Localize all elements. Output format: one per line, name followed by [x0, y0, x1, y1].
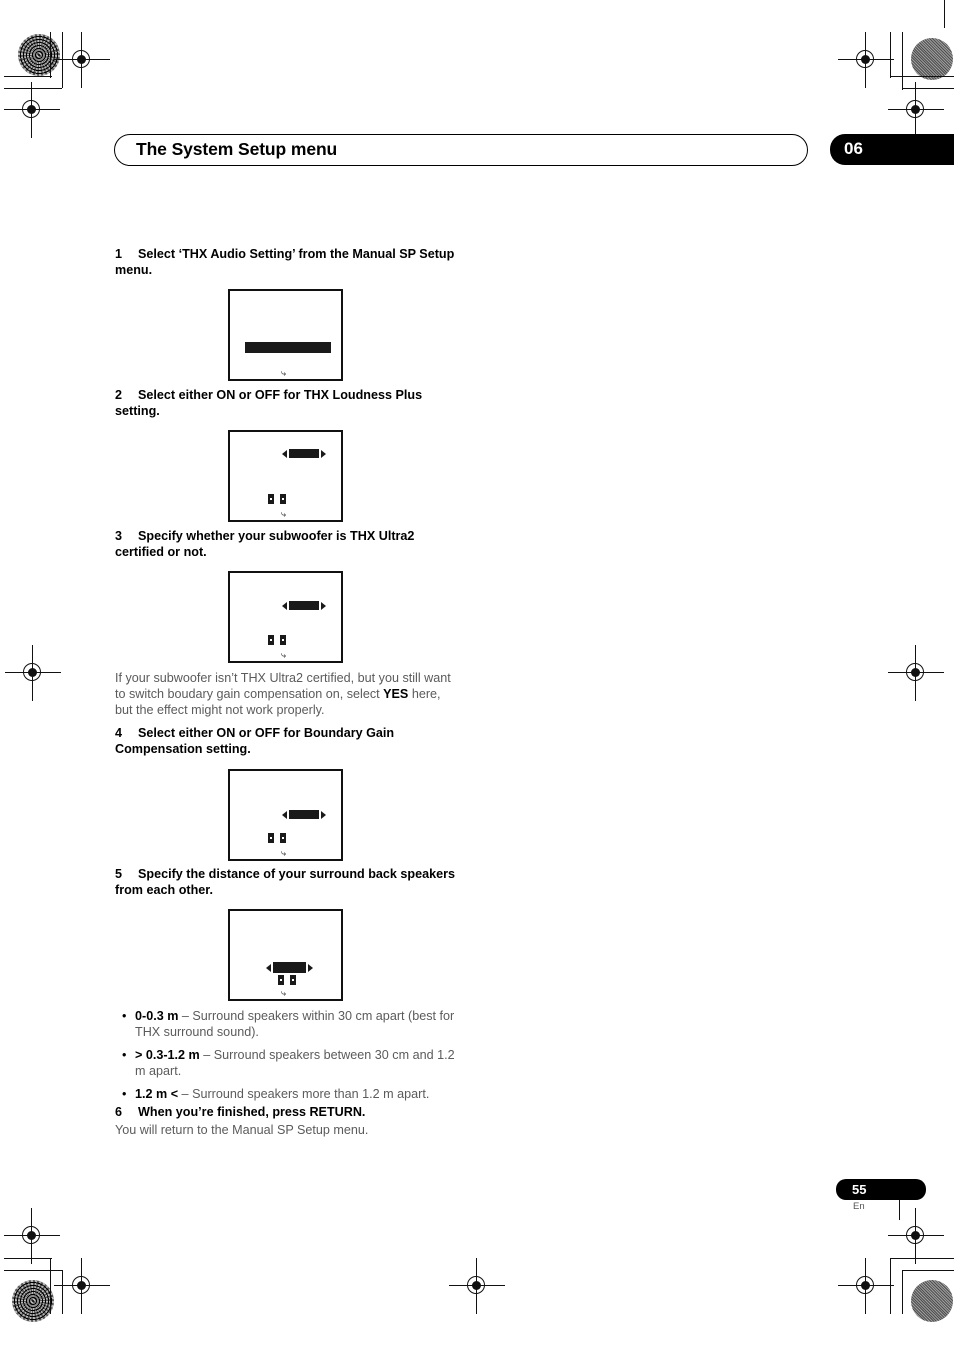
step-5-number: 5 [115, 867, 123, 881]
step-4: 4 Select either ON or OFF for Boundary Ga… [115, 726, 460, 757]
osd-3-indicator-left [268, 635, 274, 645]
step-6: 6 When you’re finished, press RETURN. [115, 1105, 460, 1121]
crop-mark-bottom-right-vertical-b [902, 1270, 903, 1314]
step-3-number: 3 [115, 529, 123, 543]
return-arrow-icon: ⤷ [281, 368, 287, 378]
osd-screen-4: ⤷ [228, 769, 343, 861]
osd-4-indicator-right [280, 833, 286, 843]
list-item: > 0.3-1.2 m – Surround speakers between … [122, 1047, 462, 1080]
step-5: 5 Specify the distance of your surround b… [115, 867, 460, 898]
step-2: 2 Select either ON or OFF for THX Loudnes… [115, 388, 460, 419]
registration-halftone-circle-top-right [911, 38, 953, 80]
osd-4-right-arrow-icon [321, 811, 326, 819]
osd-screen-5: ⤷ [228, 909, 343, 1001]
crop-mark-top-left-horizontal-a [4, 76, 52, 77]
distance-options-list: 0-0.3 m – Surround speakers within 30 cm… [122, 1008, 462, 1108]
osd-screen-2: ⤷ [228, 430, 343, 522]
step-2-text: Select either ON or OFF for THX Loudness… [115, 388, 423, 418]
step-5-text: Specify the distance of your surround ba… [115, 867, 456, 897]
osd-screen-1: ⤷ [228, 289, 343, 381]
list-item: 1.2 m < – Surround speakers more than 1.… [122, 1086, 462, 1103]
osd-2-right-arrow-icon [321, 450, 326, 458]
bullet-2-term: > 0.3-1.2 m [135, 1047, 200, 1062]
subwoofer-note-emphasis: YES [383, 687, 409, 702]
osd-4-indicator-left [268, 833, 274, 843]
step-1: 1 Select ‘THX Audio Setting’ from the Man… [115, 247, 460, 278]
osd-4-value-bar [289, 810, 319, 819]
page-header: The System Setup menu [114, 134, 808, 166]
osd-3-left-arrow-icon [282, 602, 287, 610]
return-arrow-icon: ⤷ [281, 509, 287, 519]
crop-mark-bottom-right-horizontal-b [902, 1270, 954, 1271]
osd-3-value-bar [289, 601, 319, 610]
osd-3-right-arrow-icon [321, 602, 326, 610]
step-1-number: 1 [115, 247, 123, 261]
osd-5-value-bar [273, 962, 306, 973]
closing-paragraph: You will return to the Manual SP Setup m… [115, 1123, 369, 1137]
bullet-1-term: 0-0.3 m [135, 1009, 179, 1023]
osd-4-left-arrow-icon [282, 811, 287, 819]
registration-crosshair-top-left-inner [54, 32, 110, 88]
return-arrow-icon: ⤷ [281, 650, 287, 660]
osd-5-left-arrow-icon [266, 964, 271, 972]
subwoofer-note-paragraph: If your subwoofer isn’t THX Ultra2 certi… [115, 670, 455, 719]
page-language-code: En [853, 1201, 865, 1212]
registration-crosshair-bottom-left-outer [4, 1208, 60, 1264]
page-title: The System Setup menu [136, 139, 338, 159]
return-arrow-icon: ⤷ [281, 988, 287, 998]
step-6-text: When you’re finished, press RETURN. [138, 1105, 366, 1119]
osd-5-right-arrow-icon [308, 964, 313, 972]
page-number-badge: 55 [836, 1179, 926, 1200]
bullet-1-desc: – Surround speakers within 30 cm apart (… [135, 1009, 455, 1040]
page-edge-line-top-right [944, 0, 945, 28]
step-4-number: 4 [115, 726, 123, 740]
registration-halftone-circle-bottom-left [12, 1280, 54, 1322]
registration-crosshair-bottom-right-inner [838, 1258, 894, 1314]
step-6-number: 6 [115, 1105, 123, 1119]
page-number: 55 [852, 1182, 867, 1197]
registration-crosshair-bottom-right-outer [888, 1208, 944, 1264]
crop-mark-top-left-vertical-a [50, 32, 51, 78]
registration-crosshair-top-right-inner [838, 32, 894, 88]
list-item: 0-0.3 m – Surround speakers within 30 cm… [122, 1008, 462, 1041]
osd-5-indicator-right [290, 975, 296, 985]
osd-2-left-arrow-icon [282, 450, 287, 458]
step-4-text: Select either ON or OFF for Boundary Gai… [115, 726, 395, 756]
osd-2-value-bar [289, 449, 319, 458]
step-3: 3 Specify whether your subwoofer is THX U… [115, 529, 460, 560]
registration-halftone-circle-bottom-right [911, 1280, 953, 1322]
registration-crosshair-top-right-outer [888, 82, 944, 138]
registration-crosshair-left-middle [5, 645, 61, 701]
osd-3-indicator-right [280, 635, 286, 645]
registration-crosshair-bottom-center [449, 1258, 505, 1314]
crop-mark-bottom-left-vertical-a [50, 1258, 51, 1314]
chapter-tab: 06 [830, 134, 954, 165]
step-3-text: Specify whether your subwoofer is THX Ul… [115, 529, 415, 559]
crop-mark-top-right-horizontal-a [890, 76, 954, 77]
osd-screen-3: ⤷ [228, 571, 343, 663]
registration-crosshair-top-left-outer [4, 82, 60, 138]
bullet-3-desc: – Surround speakers more than 1.2 m apar… [178, 1086, 430, 1101]
return-arrow-icon: ⤷ [281, 848, 287, 858]
osd-1-selection-bar [245, 342, 331, 353]
chapter-number: 06 [844, 139, 863, 158]
step-1-text: Select ‘THX Audio Setting’ from the Manu… [115, 247, 455, 277]
osd-5-indicator-left [278, 975, 284, 985]
osd-2-indicator-left [268, 494, 274, 504]
osd-2-indicator-right [280, 494, 286, 504]
registration-crosshair-bottom-left-inner [54, 1258, 110, 1314]
step-2-number: 2 [115, 388, 123, 402]
registration-crosshair-right-middle [888, 645, 944, 701]
bullet-3-term: 1.2 m < [135, 1086, 179, 1101]
